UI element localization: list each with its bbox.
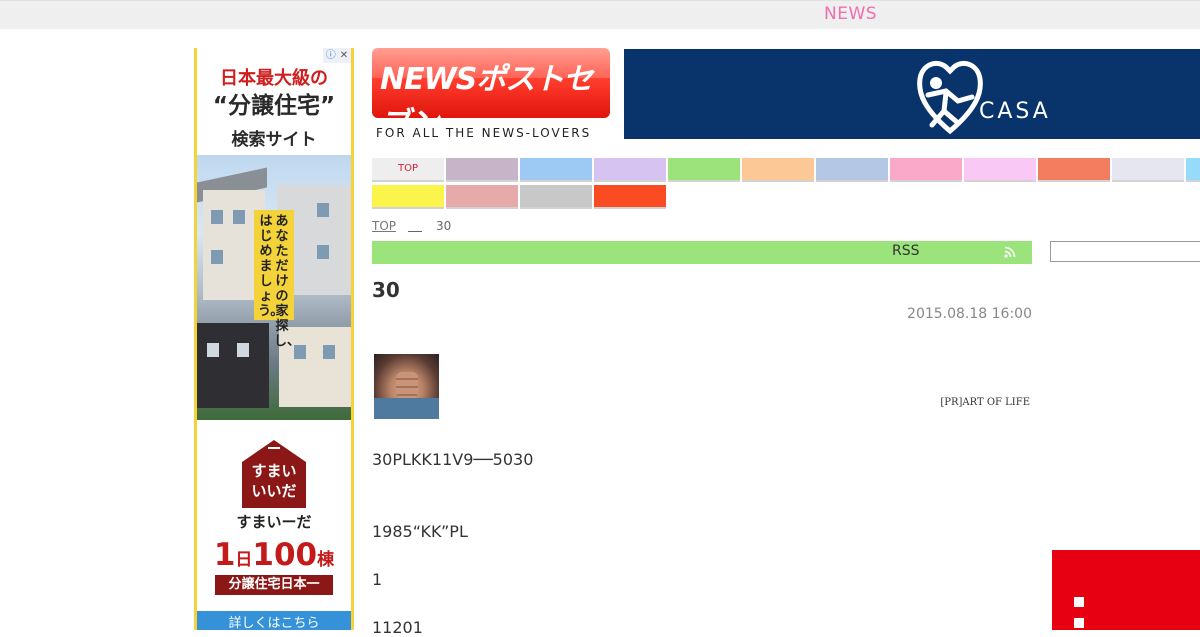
ad-cta-button[interactable]: 詳しくはこちら	[197, 611, 351, 630]
ad-big-day: 日	[235, 550, 253, 570]
ad-logo-line-2: いいだ	[251, 482, 297, 500]
article-paragraph: 1	[372, 570, 383, 589]
ad-big-claim: 1日100棟	[197, 537, 351, 573]
section-header-bar: RSS	[372, 241, 1032, 264]
ad-house-photo: あなただけの家探し、 はじめましょう。	[197, 155, 351, 420]
breadcrumb-top-link[interactable]: TOP	[372, 219, 396, 233]
casa-ad-banner[interactable]: CASA	[624, 49, 1200, 139]
heart-person-icon	[917, 61, 983, 135]
ad-vertical-text-2: はじめましょう。	[258, 214, 284, 319]
sponsored-thumbnail[interactable]	[374, 354, 439, 419]
nav-tab-6[interactable]	[816, 158, 888, 182]
article-date: 2015.08.18 16:00	[907, 306, 1032, 322]
nav-tab-0[interactable]: TOP	[372, 158, 444, 182]
ad-logo-line-1: すまい	[251, 462, 297, 480]
close-icon[interactable]: ✕	[340, 50, 348, 61]
nav-tab-9[interactable]	[1038, 158, 1110, 182]
ad-vertical-text-1: あなただけの家探し、	[274, 214, 301, 349]
ad-headline-3: 検索サイト	[231, 130, 317, 150]
left-ad-banner[interactable]: ⓘ ✕ 日本最大級の “分譲住宅” 検索サイト あなただけの家探し、 はじめましょ…	[194, 48, 354, 630]
ad-big-unit: 棟	[317, 550, 335, 570]
nav-tab-7[interactable]	[890, 158, 962, 182]
nav-tab-10[interactable]	[1112, 158, 1184, 182]
info-icon[interactable]: ⓘ	[326, 50, 336, 61]
article-paragraph: 1985“KK”PL	[372, 522, 468, 541]
breadcrumb-separator[interactable]	[408, 231, 423, 232]
ad-house-logo-icon: すまい いいだ	[240, 438, 308, 508]
nav-tab-5[interactable]	[742, 158, 814, 182]
adchoices-icon[interactable]: ⓘ ✕	[323, 48, 351, 63]
nav-tab-11[interactable]	[1186, 158, 1200, 182]
nav-tab-3[interactable]	[594, 158, 666, 182]
breadcrumb: TOP 30	[372, 219, 451, 233]
nav-tab-8[interactable]	[964, 158, 1036, 182]
ad-big-count: 100	[252, 537, 318, 573]
article-paragraph: 30PLKK11V9──5030	[372, 450, 534, 469]
nav-tab-13[interactable]	[446, 185, 518, 209]
nav-tab-4[interactable]	[668, 158, 740, 182]
search-input[interactable]	[1050, 241, 1200, 262]
ad-big-prefix: 1	[213, 537, 236, 573]
top-bar	[0, 0, 1200, 29]
article-paragraph: 11201	[372, 618, 423, 637]
nav-tab-label: TOP	[397, 163, 418, 174]
nav-tab-12[interactable]	[372, 185, 444, 209]
nav-tab-2[interactable]	[520, 158, 592, 182]
logo-wordmark: NEWSポストセブン	[380, 62, 593, 118]
ad-vertical-caption: あなただけの家探し、 はじめましょう。	[254, 210, 300, 349]
ad-headline-2: “分譲住宅”	[212, 93, 336, 119]
casa-brand-text: CASA	[979, 99, 1051, 124]
right-red-ad[interactable]	[1052, 550, 1200, 630]
site-logo[interactable]: NEWSポストセブン FOR ALL THE NEWS-LOVERS	[372, 48, 610, 142]
sponsored-link[interactable]: [PR]ART OF LIFE	[900, 397, 1030, 408]
rss-link[interactable]: RSS	[892, 243, 920, 259]
logo-badge: NEWSポストセブン	[372, 48, 610, 118]
logo-subtitle: FOR ALL THE NEWS-LOVERS	[376, 126, 592, 140]
top-news-link[interactable]: NEWS	[824, 4, 877, 24]
nav-tab-15[interactable]	[594, 185, 666, 209]
rss-icon[interactable]	[1004, 246, 1016, 258]
ad-brand-name: すまいーだ	[236, 513, 312, 531]
nav-tab-1[interactable]	[446, 158, 518, 182]
breadcrumb-current: 30	[436, 219, 452, 233]
nav-tab-14[interactable]	[520, 185, 592, 209]
ad-tagline: 分譲住宅日本一	[215, 575, 333, 595]
article-title: 30	[372, 278, 400, 302]
